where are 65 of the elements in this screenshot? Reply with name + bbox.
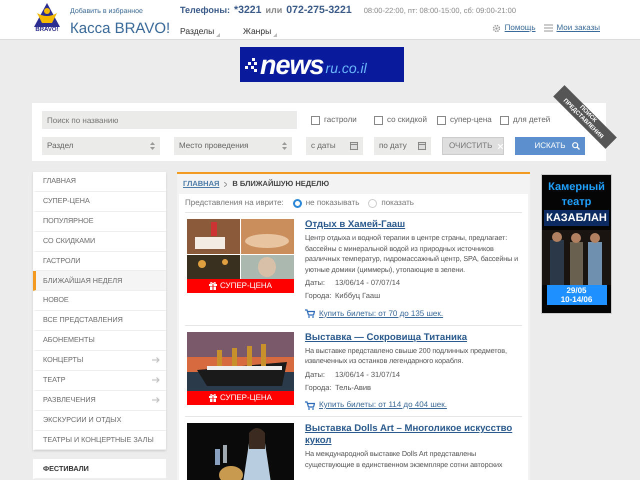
event-title-link[interactable]: Выставка — Сокровища Титаника: [305, 332, 520, 344]
gift-icon: [208, 394, 217, 402]
logo-icon: [34, 3, 60, 27]
sort-arrows-icon: [150, 142, 155, 150]
super-price-badge[interactable]: СУПЕР-ЦЕНА: [187, 390, 294, 404]
header-link[interactable]: Мои заказы: [556, 22, 600, 34]
radio-label[interactable]: не показывать: [306, 197, 360, 209]
buy-tickets-link[interactable]: Купить билеты: от 70 до 135 шек.: [319, 308, 444, 320]
buy-tickets-link[interactable]: Купить билеты: от 114 до 404 шек.: [319, 399, 447, 411]
date-field[interactable]: по дату: [374, 137, 431, 155]
calendar-icon: [350, 142, 358, 150]
select-field[interactable]: Место проведения: [174, 137, 292, 155]
phone-number: 072-275-3221: [286, 3, 352, 18]
phones-or: или: [266, 4, 282, 17]
gift-icon: [208, 282, 217, 290]
radio-button[interactable]: [292, 198, 302, 208]
phone-number: *3221: [234, 3, 262, 18]
date-field[interactable]: с даты: [306, 137, 363, 155]
event-title-link[interactable]: Выставка Dolls Art – Многоликое искусство кукол: [305, 423, 520, 447]
ad-title: КАЗАБЛАН: [544, 210, 609, 226]
arrow-icon: [152, 397, 160, 404]
checkbox[interactable]: [374, 116, 383, 124]
search-field[interactable]: Поиск по названию: [42, 111, 297, 129]
search-icon: [572, 142, 580, 150]
calendar-icon: [418, 142, 426, 150]
pixel-icon: [244, 58, 258, 72]
radio-button[interactable]: [368, 198, 378, 208]
clear-button[interactable]: ОЧИСТИТЬ: [442, 137, 504, 155]
super-price-badge[interactable]: СУПЕР-ЦЕНА: [187, 279, 294, 293]
filter-label: Представления на иврите:: [185, 197, 284, 209]
ad-headline: Камерный: [548, 180, 605, 195]
news-banner[interactable]: newsru.co.il: [240, 47, 404, 82]
dropdown-icon: [216, 32, 220, 36]
checkbox[interactable]: [311, 116, 320, 124]
banner-logo-text: news: [260, 50, 324, 80]
dropdown-icon: [273, 32, 278, 36]
checkbox-label[interactable]: гастроли: [324, 114, 357, 126]
banner-domain-text: ru.co.il: [326, 59, 367, 78]
nav-menu[interactable]: Разделы: [180, 24, 243, 38]
checkbox[interactable]: [500, 116, 509, 124]
settings-icon[interactable]: [492, 24, 501, 32]
checkbox[interactable]: [437, 116, 446, 124]
checkbox-label[interactable]: со скидкой: [387, 114, 427, 126]
phones-label: Телефоны:: [180, 4, 230, 17]
arrow-icon: [152, 357, 160, 364]
list-icon[interactable]: [544, 24, 553, 32]
checkbox-label[interactable]: супер-цена: [450, 114, 492, 126]
header-link[interactable]: Помощь: [504, 22, 536, 34]
sort-arrows-icon: [282, 142, 287, 150]
close-icon: [498, 144, 504, 148]
radio-label[interactable]: показать: [381, 197, 414, 209]
ad-date: 10-14/06: [560, 295, 594, 304]
select-field[interactable]: Раздел: [42, 137, 160, 155]
chevron-icon: [224, 182, 228, 186]
ad-date: 29/05: [565, 286, 588, 295]
site-title: Касса BRAVO!: [70, 20, 172, 38]
search-button[interactable]: ИСКАТЬ: [515, 137, 585, 155]
theater-ad[interactable]: Камерный театр КАЗАБЛАН 29/05 10-14/06: [541, 174, 612, 314]
cart-icon[interactable]: [305, 309, 315, 318]
event-title-link[interactable]: Отдых в Хамей-Гааш: [305, 219, 520, 231]
checkbox-label[interactable]: для детей: [513, 114, 550, 126]
cart-icon[interactable]: [305, 400, 315, 410]
ad-headline: театр: [562, 196, 592, 208]
arrow-icon: [152, 377, 160, 384]
nav-menu[interactable]: Жанры: [243, 24, 306, 38]
